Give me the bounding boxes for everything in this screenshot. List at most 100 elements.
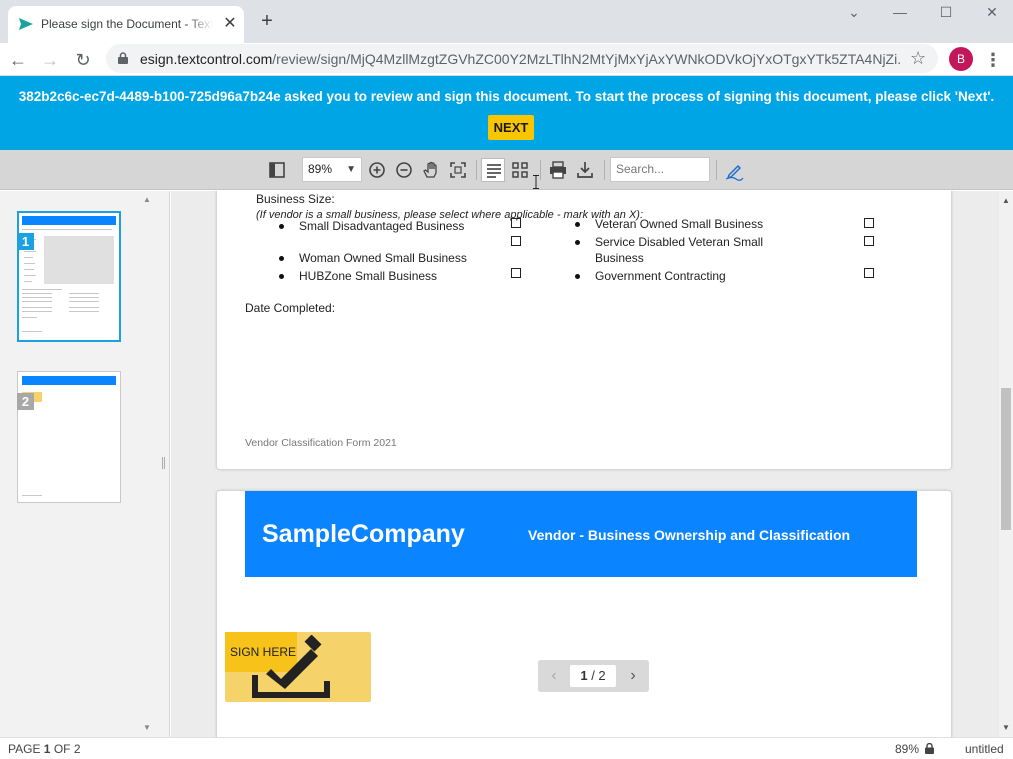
status-zoom: 89% (895, 742, 920, 756)
signature-pen-icon[interactable] (722, 158, 746, 182)
omnibox[interactable]: esign.textcontrol.com/review/sign/MjQ4Mz… (106, 44, 938, 73)
stamp-icon (252, 635, 330, 698)
option-woman-owned: Woman Owned Small Business (299, 251, 467, 265)
browser-menu-icon[interactable]: ⋮ (984, 48, 1002, 72)
scroll-up-icon[interactable]: ▲ (1002, 196, 1010, 205)
date-completed-label: Date Completed: (245, 301, 336, 315)
url-text[interactable]: esign.textcontrol.com/review/sign/MjQ4Mz… (140, 51, 900, 67)
page-navigator: ‹ 1 / 2 › (538, 660, 649, 692)
fit-page-icon[interactable] (446, 158, 470, 182)
chevron-left-icon[interactable]: ‹ (542, 664, 566, 688)
profile-avatar[interactable]: B (949, 47, 973, 71)
url-path: /review/sign/MjQ4MzllMzgtZGVhZC00Y2MzLTl… (272, 51, 900, 67)
sidebar-resize-handle[interactable] (162, 457, 165, 469)
lock-icon (925, 743, 934, 754)
zoom-value: 89% (308, 162, 333, 176)
page-thumbnail-2[interactable]: 2 (17, 371, 121, 503)
option-small-disadvantaged: Small Disadvantaged Business (299, 219, 465, 233)
checkbox[interactable] (864, 236, 874, 246)
option-veteran-owned: Veteran Owned Small Business (595, 217, 764, 231)
option-service-disabled: Service Disabled Veteran Small (595, 235, 764, 249)
sign-here-field[interactable]: SIGN HERE (225, 632, 371, 702)
toolbar-divider (716, 160, 717, 180)
single-page-view-icon[interactable] (481, 158, 505, 182)
option-government-contracting: Government Contracting (595, 269, 726, 283)
minimize-icon[interactable]: — (885, 2, 915, 22)
page-status: PAGE 1 OF 2 (8, 741, 81, 757)
zoom-select[interactable]: 89% ▼ (302, 157, 362, 182)
scroll-down-icon[interactable]: ▼ (143, 723, 151, 732)
bullet (279, 224, 284, 229)
bookmark-star-icon[interactable]: ☆ (910, 48, 926, 68)
company-name: SampleCompany (262, 520, 465, 548)
bullet (279, 274, 284, 279)
tab-close-icon[interactable]: ✕ (221, 15, 239, 33)
document-page-1: Business Size: (If vendor is a small bus… (217, 191, 951, 469)
tab-search-icon[interactable]: ⌄ (839, 2, 869, 22)
print-icon[interactable] (546, 158, 570, 182)
thumbnail-number: 1 (17, 233, 34, 250)
option-hubzone: HUBZone Small Business (299, 269, 438, 283)
toolbar-divider (604, 160, 605, 180)
document-viewport: Business Size: (If vendor is a small bus… (171, 191, 999, 737)
new-tab-icon[interactable]: + (256, 10, 278, 32)
page-total: / 2 (591, 668, 606, 683)
bullet (575, 274, 580, 279)
page-footer: Vendor Classification Form 2021 (245, 437, 397, 449)
text-cursor-icon (533, 175, 539, 189)
viewer-toolbar: 89% ▼ Search... (0, 150, 1013, 190)
back-icon[interactable]: ← (6, 48, 30, 72)
send-icon (19, 18, 33, 30)
page-status-prefix: PAGE (8, 742, 44, 756)
vertical-scrollbar[interactable]: ▲ ▼ (999, 191, 1013, 737)
checkbox[interactable] (864, 268, 874, 278)
document-name: untitled (965, 742, 1004, 756)
thumbnail-number: 2 (17, 393, 34, 410)
status-bar: PAGE 1 OF 2 89% untitled (0, 737, 1013, 759)
checkbox[interactable] (864, 218, 874, 228)
option-service-disabled-cont: Business (595, 251, 644, 265)
page-indicator[interactable]: 1 / 2 (570, 665, 616, 687)
grid-view-icon[interactable] (508, 158, 532, 182)
lock-icon (118, 52, 128, 64)
scrollbar-thumb[interactable] (1001, 388, 1011, 530)
bullet (575, 222, 580, 227)
current-page: 1 (580, 668, 588, 683)
next-button[interactable]: NEXT (488, 115, 534, 140)
forward-icon[interactable]: → (38, 48, 62, 72)
hand-pan-icon[interactable] (419, 158, 443, 182)
window-close-icon[interactable]: ✕ (977, 2, 1007, 22)
tab-title: Please sign the Document - TextControl (41, 17, 213, 31)
thumbnail-sidebar: ▲ 1 2 ▼ (0, 191, 170, 737)
zoom-out-icon[interactable] (392, 158, 416, 182)
business-size-label: Business Size: (256, 192, 335, 206)
document-search-input[interactable]: Search... (610, 157, 710, 182)
address-bar: ← → ↻ esign.textcontrol.com/review/sign/… (0, 43, 1013, 76)
browser-tab[interactable]: Please sign the Document - TextControl ✕ (8, 6, 244, 43)
scroll-down-icon[interactable]: ▼ (1002, 723, 1010, 732)
sidebar-toggle-icon[interactable] (265, 158, 289, 182)
document-subtitle: Vendor - Business Ownership and Classifi… (528, 527, 851, 543)
reload-icon[interactable]: ↻ (71, 48, 95, 72)
zoom-in-icon[interactable] (365, 158, 389, 182)
scroll-up-icon[interactable]: ▲ (143, 195, 151, 204)
page-thumbnail-1[interactable]: 1 (17, 211, 121, 342)
url-domain: esign.textcontrol.com (140, 51, 273, 67)
chevron-right-icon[interactable]: › (621, 664, 645, 688)
page-thumbnail-preview (22, 376, 116, 496)
checkbox[interactable] (511, 218, 521, 228)
download-icon[interactable] (573, 158, 597, 182)
checkbox[interactable] (511, 268, 521, 278)
toolbar-divider (540, 160, 541, 180)
checkbox[interactable] (511, 236, 521, 246)
banner-message: 382b2c6c-ec7d-4489-b100-725d96a7b24e ask… (18, 89, 995, 104)
document-header-banner: SampleCompany Vendor - Business Ownershi… (245, 491, 917, 577)
signing-banner: 382b2c6c-ec7d-4489-b100-725d96a7b24e ask… (0, 76, 1013, 150)
page-status-suffix: OF 2 (50, 742, 81, 756)
bullet (279, 256, 284, 261)
maximize-icon[interactable]: ☐ (931, 2, 961, 22)
page-thumbnail-preview (22, 216, 116, 332)
toolbar-divider (476, 160, 477, 180)
browser-titlebar: Please sign the Document - TextControl ✕… (0, 0, 1013, 43)
chevron-down-icon: ▼ (346, 164, 356, 175)
